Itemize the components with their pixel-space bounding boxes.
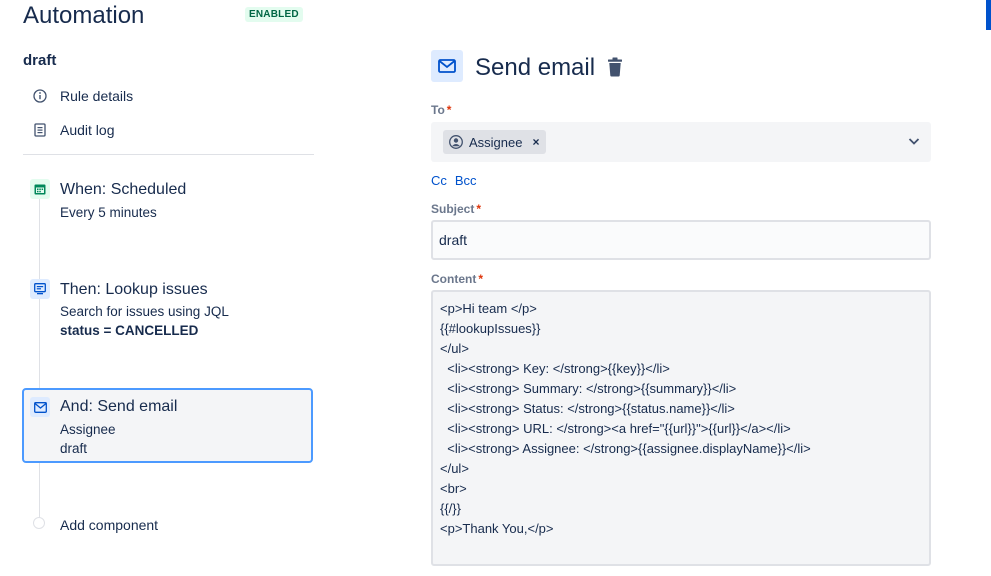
- recipient-chip: Assignee ×: [443, 130, 546, 154]
- content-line: {{/}}: [440, 501, 461, 516]
- status-badge: ENABLED: [245, 7, 303, 22]
- nav-rule-details[interactable]: Rule details: [33, 86, 133, 106]
- add-component-link[interactable]: Add component: [60, 517, 158, 533]
- page-title: Automation: [23, 2, 145, 29]
- document-icon: [33, 123, 47, 137]
- content-line: <li><strong> Summary: </strong>{{summary…: [440, 381, 737, 396]
- rule-name: draft: [23, 52, 57, 69]
- content-line: </ul>: [440, 341, 469, 356]
- content-line: <li><strong> Assignee: </strong>{{assign…: [440, 441, 811, 456]
- nav-label: Rule details: [60, 88, 134, 104]
- remove-chip-button[interactable]: ×: [532, 135, 539, 149]
- content-line: <p>Hi team </p>: [440, 301, 537, 316]
- content-textarea[interactable]: <p>Hi team </p> {{#lookupIssues}} </ul> …: [431, 290, 931, 566]
- step-then-sub: Search for issues using JQL: [60, 304, 229, 319]
- trash-icon[interactable]: [606, 57, 624, 77]
- recipient-chip-label: Assignee: [469, 134, 523, 150]
- step-when-sub: Every 5 minutes: [60, 205, 157, 220]
- mail-icon: [431, 50, 463, 82]
- cc-bcc-links: Cc Bcc: [431, 173, 485, 188]
- cc-link[interactable]: Cc: [431, 173, 447, 188]
- nav-audit-log[interactable]: Audit log: [33, 120, 114, 140]
- add-component-dot: [33, 517, 45, 529]
- nav-label: Audit log: [60, 122, 115, 138]
- content-line: <li><strong> URL: </strong><a href="{{ur…: [440, 421, 791, 436]
- subject-input[interactable]: draft: [431, 220, 931, 260]
- step-then-jql: status = CANCELLED: [60, 323, 199, 338]
- step-then-title[interactable]: Then: Lookup issues: [60, 281, 208, 299]
- calendar-icon: [30, 179, 50, 199]
- mail-icon: [30, 397, 50, 417]
- subject-label: Subject *: [431, 202, 482, 216]
- content-line: {{#lookupIssues}}: [440, 321, 541, 336]
- to-label: To *: [431, 103, 452, 117]
- avatar-icon: [449, 135, 463, 149]
- bcc-link[interactable]: Bcc: [455, 173, 477, 188]
- step-when-title[interactable]: When: Scheduled: [60, 181, 186, 199]
- chevron-down-icon[interactable]: [907, 134, 921, 148]
- to-select[interactable]: Assignee ×: [431, 122, 931, 162]
- content-line: <li><strong> Key: </strong>{{key}}</li>: [440, 361, 670, 376]
- action-title: Send email: [475, 54, 596, 81]
- content-line: <br>: [440, 481, 467, 496]
- monitor-icon: [30, 279, 50, 299]
- content-line: <p>Thank You,</p>: [440, 521, 554, 536]
- content-line: </ul>: [440, 461, 469, 476]
- step-and-title: And: Send email: [60, 398, 178, 415]
- info-icon: [33, 89, 47, 103]
- timeline-line: [39, 198, 40, 518]
- scroll-indicator: [986, 0, 991, 30]
- divider: [23, 154, 314, 155]
- step-and-sub2: draft: [60, 441, 88, 456]
- step-and-sub1: Assignee: [60, 422, 116, 437]
- content-label: Content *: [431, 272, 483, 286]
- content-line: <li><strong> Status: </strong>{{status.n…: [440, 401, 735, 416]
